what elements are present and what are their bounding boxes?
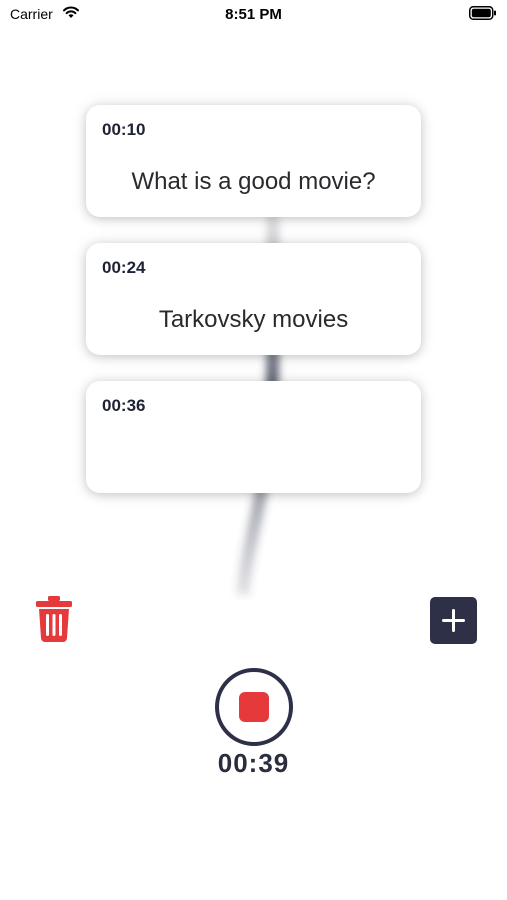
plus-icon bbox=[442, 609, 465, 632]
transcript-card[interactable]: 00:10 What is a good movie? bbox=[86, 105, 421, 217]
stop-recording-button[interactable] bbox=[214, 667, 294, 747]
stop-icon bbox=[215, 668, 293, 746]
card-text: Tarkovsky movies bbox=[158, 306, 349, 333]
status-time: 8:51 PM bbox=[225, 6, 282, 23]
elapsed-time: 00:39 bbox=[217, 748, 290, 778]
status-bar: Carrier 8:51 PM bbox=[0, 0, 507, 30]
transcript-card[interactable]: 00:24 Tarkovsky movies bbox=[86, 243, 421, 355]
card-timestamp: 00:10 bbox=[102, 120, 146, 139]
card-text: What is a good movie? bbox=[131, 168, 376, 195]
add-button[interactable] bbox=[430, 597, 477, 644]
card-timestamp: 00:24 bbox=[102, 258, 146, 277]
delete-button[interactable] bbox=[34, 596, 74, 642]
card-timestamp: 00:36 bbox=[102, 396, 146, 415]
battery-icon bbox=[469, 6, 496, 20]
trash-icon bbox=[36, 596, 72, 642]
transcript-card[interactable]: 00:36 bbox=[86, 381, 421, 493]
